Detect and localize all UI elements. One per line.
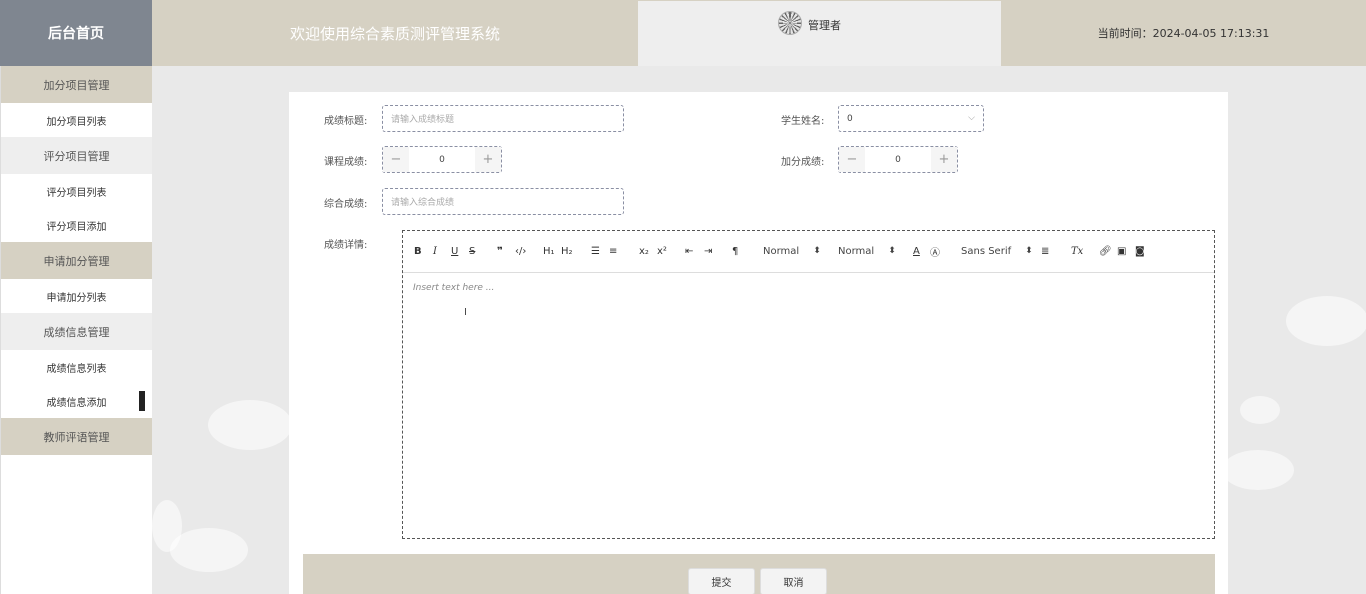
form-actions: 提交 取消 — [303, 554, 1215, 594]
size-select[interactable]: Normal — [838, 244, 896, 258]
cancel-button[interactable]: 取消 — [760, 568, 827, 594]
h1-icon[interactable]: H₁ — [543, 244, 555, 258]
bonus-stepper[interactable]: − 0 + — [838, 146, 958, 173]
h2-icon[interactable]: H₂ — [561, 244, 573, 258]
bg-bubble — [152, 500, 182, 552]
editor-placeholder: Insert text here ... — [413, 283, 495, 293]
blockquote-icon[interactable]: ❞ — [497, 244, 503, 258]
code-block-icon[interactable]: ‹/› — [515, 244, 526, 258]
decrement-button[interactable]: − — [839, 147, 865, 172]
bg-bubble — [1240, 396, 1280, 424]
clean-icon[interactable]: Tx — [1071, 244, 1083, 258]
font-select[interactable]: Sans Serif — [961, 244, 1033, 258]
sidebar: 加分项目管理 加分项目列表 评分项目管理 评分项目列表 评分项目添加 申请加分管… — [0, 66, 152, 594]
username[interactable]: 管理者 — [808, 17, 841, 33]
menu-group-grade-info[interactable]: 成绩信息管理 — [1, 313, 152, 350]
user-panel: 管理者 — [638, 1, 1001, 66]
bonus-value[interactable]: 0 — [865, 147, 931, 172]
bg-bubble — [1286, 296, 1366, 346]
menu-group-bonus-items[interactable]: 加分项目管理 — [1, 66, 152, 103]
editor-content[interactable]: Insert text here ... I — [403, 273, 1214, 538]
menu-item-apply-list[interactable]: 申请加分列表 — [1, 279, 152, 313]
menu-group-bonus-apply[interactable]: 申请加分管理 — [1, 242, 152, 279]
course-label: 课程成绩: — [324, 157, 368, 168]
current-time: 当前时间： 2024-04-05 17:13:31 — [1001, 0, 1366, 66]
student-select-value: 0 — [847, 113, 853, 124]
system-title: 欢迎使用综合素质测评管理系统 — [289, 24, 500, 43]
top-header: 后台首页 欢迎使用综合素质测评管理系统 管理者 当前时间： 2024-04-05… — [0, 0, 1366, 66]
indent-icon[interactable]: ⇥ — [704, 244, 712, 258]
header-select[interactable]: Normal — [763, 244, 821, 258]
image-icon[interactable]: ▣ — [1117, 244, 1126, 258]
course-value[interactable]: 0 — [409, 147, 475, 172]
outdent-icon[interactable]: ⇤ — [685, 244, 693, 258]
avatar-icon[interactable] — [778, 11, 802, 35]
rich-text-editor[interactable]: B I U S ❞ ‹/› H₁ H₂ ☰ ≡ x₂ x² ⇤ ⇥ ¶ Norm… — [402, 230, 1215, 539]
detail-label: 成绩详情: — [324, 240, 368, 251]
italic-icon[interactable]: I — [433, 244, 437, 258]
time-label: 当前时间： — [1097, 27, 1153, 40]
menu-item-bonus-list[interactable]: 加分项目列表 — [1, 103, 152, 137]
student-label: 学生姓名: — [781, 116, 825, 127]
decrement-button[interactable]: − — [383, 147, 409, 172]
bg-bubble — [170, 528, 248, 572]
editor-toolbar: B I U S ❞ ‹/› H₁ H₂ ☰ ≡ x₂ x² ⇤ ⇥ ¶ Norm… — [403, 231, 1214, 273]
bg-bubble — [1222, 450, 1294, 490]
chevron-down-icon: ⌵ — [968, 113, 975, 123]
underline-icon[interactable]: U — [451, 244, 458, 258]
title-label: 成绩标题: — [324, 116, 368, 127]
home-link[interactable]: 后台首页 — [0, 0, 152, 66]
menu-group-scoring-items[interactable]: 评分项目管理 — [1, 137, 152, 174]
superscript-icon[interactable]: x² — [657, 244, 667, 258]
align-icon[interactable]: ≣ — [1041, 244, 1049, 258]
text-cursor-icon: I — [464, 307, 467, 318]
increment-button[interactable]: + — [931, 147, 957, 172]
submit-button[interactable]: 提交 — [688, 568, 755, 594]
subscript-icon[interactable]: x₂ — [639, 244, 649, 258]
menu-item-grade-list[interactable]: 成绩信息列表 — [1, 350, 152, 384]
total-label: 综合成绩: — [324, 199, 368, 210]
menu-item-scoring-list[interactable]: 评分项目列表 — [1, 174, 152, 208]
background-icon[interactable]: Ⓐ — [930, 244, 940, 259]
menu-item-scoring-add[interactable]: 评分项目添加 — [1, 208, 152, 242]
direction-icon[interactable]: ¶ — [732, 244, 738, 258]
title-input[interactable]: 请输入成绩标题 — [382, 105, 624, 132]
menu-item-grade-add[interactable]: 成绩信息添加 — [1, 384, 152, 418]
menu-group-teacher-comments[interactable]: 教师评语管理 — [1, 418, 152, 455]
bullet-list-icon[interactable]: ≡ — [609, 244, 617, 258]
student-select[interactable]: 0 ⌵ — [838, 105, 984, 132]
link-icon[interactable]: 🔗︎ — [1099, 244, 1112, 258]
increment-button[interactable]: + — [475, 147, 501, 172]
course-stepper[interactable]: − 0 + — [382, 146, 502, 173]
color-icon[interactable]: A — [913, 244, 920, 258]
total-input[interactable]: 请输入综合成绩 — [382, 188, 624, 215]
bonus-label: 加分成绩: — [781, 157, 825, 168]
time-value: 2024-04-05 17:13:31 — [1152, 26, 1270, 40]
video-icon[interactable]: ◙ — [1135, 244, 1145, 258]
bold-icon[interactable]: B — [414, 244, 422, 258]
grade-form: 成绩标题: 请输入成绩标题 学生姓名: 0 ⌵ 课程成绩: − 0 + 加分成绩… — [289, 92, 1228, 594]
ordered-list-icon[interactable]: ☰ — [591, 244, 600, 258]
strike-icon[interactable]: S — [469, 244, 475, 258]
bg-bubble — [208, 400, 292, 450]
